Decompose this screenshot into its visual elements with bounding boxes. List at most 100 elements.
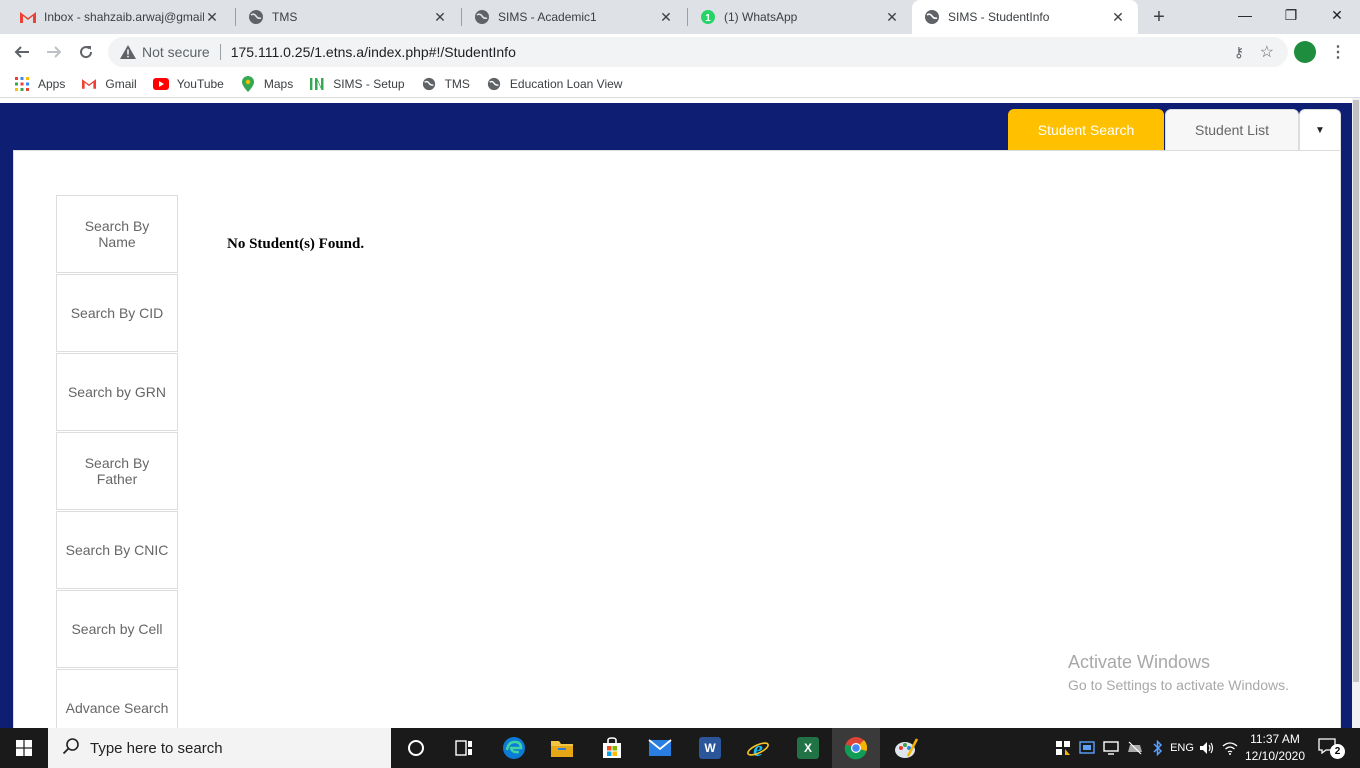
back-button[interactable] bbox=[8, 38, 36, 66]
bookmark-label: YouTube bbox=[176, 76, 224, 91]
search-by-father-button[interactable]: Search By Father bbox=[56, 432, 178, 510]
warning-icon[interactable] bbox=[120, 44, 136, 60]
wifi-icon[interactable] bbox=[1220, 728, 1240, 768]
new-tab-button[interactable]: + bbox=[1148, 6, 1170, 28]
bookmark-sims-setup[interactable]: SIMS - Setup bbox=[309, 76, 405, 92]
sims-logo-icon bbox=[309, 76, 325, 92]
tab-title: SIMS - StudentInfo bbox=[948, 10, 1050, 24]
bookmark-gmail[interactable]: Gmail bbox=[81, 76, 137, 92]
tab-gmail[interactable]: Inbox - shahzaib.arwaj@gmail. ✕ bbox=[8, 0, 232, 34]
browser-toolbar: Not secure 175.111.0.25/1.etns.a/index.p… bbox=[0, 34, 1360, 70]
close-icon[interactable]: ✕ bbox=[204, 9, 220, 25]
excel-icon[interactable]: X bbox=[784, 728, 832, 768]
map-pin-icon bbox=[240, 75, 256, 92]
search-placeholder: Type here to search bbox=[90, 739, 223, 757]
bookmark-label: TMS bbox=[444, 76, 470, 91]
globe-icon bbox=[486, 76, 502, 92]
app-page: Student Search Student List ▼ Search By … bbox=[0, 103, 1352, 728]
forward-arrow-icon bbox=[47, 46, 62, 58]
more-menu-icon[interactable]: ⋮ bbox=[1330, 41, 1346, 63]
taskbar-search[interactable]: Type here to search bbox=[48, 728, 391, 768]
internet-explorer-icon[interactable]: e bbox=[734, 728, 782, 768]
cortana-icon[interactable] bbox=[392, 728, 440, 768]
mail-icon[interactable] bbox=[636, 728, 684, 768]
divider bbox=[219, 44, 221, 60]
minimize-button[interactable]: — bbox=[1222, 0, 1268, 30]
clock-time: 11:37 AM bbox=[1250, 732, 1300, 746]
globe-icon bbox=[421, 76, 437, 92]
reload-button[interactable] bbox=[72, 38, 100, 66]
printer-tray-icon[interactable] bbox=[1124, 728, 1146, 768]
bookmark-education-loan[interactable]: Education Loan View bbox=[486, 76, 623, 92]
search-by-cell-button[interactable]: Search by Cell bbox=[56, 590, 178, 668]
back-arrow-icon bbox=[14, 46, 29, 58]
bookmark-label: Apps bbox=[38, 76, 66, 91]
volume-icon[interactable] bbox=[1196, 728, 1218, 768]
display-tray-icon[interactable] bbox=[1100, 728, 1122, 768]
bookmark-tms[interactable]: TMS bbox=[421, 76, 470, 92]
security-status[interactable]: Not secure bbox=[142, 44, 210, 60]
forward-button[interactable] bbox=[40, 38, 68, 66]
svg-text:1: 1 bbox=[705, 13, 711, 24]
search-by-cnic-button[interactable]: Search By CNIC bbox=[56, 511, 178, 589]
close-icon[interactable]: ✕ bbox=[432, 9, 448, 25]
chrome-icon[interactable] bbox=[832, 728, 880, 768]
tab-sims-studentinfo[interactable]: SIMS - StudentInfo ✕ bbox=[912, 0, 1138, 34]
store-icon[interactable] bbox=[588, 728, 636, 768]
no-results-message: No Student(s) Found. bbox=[227, 236, 365, 252]
gmail-icon bbox=[81, 76, 97, 92]
close-icon[interactable]: ✕ bbox=[884, 9, 900, 25]
tab-student-search[interactable]: Student Search bbox=[1008, 109, 1164, 150]
bluetooth-icon[interactable] bbox=[1148, 728, 1168, 768]
search-by-grn-button[interactable]: Search by GRN bbox=[56, 353, 178, 431]
tab-sims-academic[interactable]: SIMS - Academic1 ✕ bbox=[462, 0, 686, 34]
restore-button[interactable]: ❐ bbox=[1268, 0, 1314, 30]
security-tray-icon[interactable] bbox=[1052, 728, 1074, 768]
paint-icon[interactable] bbox=[882, 728, 930, 768]
tab-title: (1) WhatsApp bbox=[724, 10, 798, 24]
search-by-name-button[interactable]: Search By Name bbox=[56, 195, 178, 273]
windows-taskbar: Type here to search W e X ENG 11:37 AM 1… bbox=[0, 728, 1360, 768]
network-monitor-tray-icon[interactable] bbox=[1076, 728, 1098, 768]
url-text[interactable]: 175.111.0.25/1.etns.a/index.php#!/Studen… bbox=[231, 44, 516, 60]
content-panel: Search By Name Search By CID Search by G… bbox=[13, 150, 1341, 728]
address-bar[interactable]: Not secure 175.111.0.25/1.etns.a/index.p… bbox=[108, 37, 1288, 67]
globe-icon bbox=[474, 9, 490, 25]
star-icon[interactable]: ☆ bbox=[1260, 42, 1274, 62]
bookmark-label: Education Loan View bbox=[509, 76, 623, 91]
reload-icon bbox=[80, 46, 93, 59]
caret-down-icon[interactable]: ▼ bbox=[1299, 109, 1341, 150]
gmail-icon bbox=[20, 9, 36, 25]
close-icon[interactable]: ✕ bbox=[658, 9, 674, 25]
svg-text:e: e bbox=[753, 736, 763, 760]
task-view-icon[interactable] bbox=[440, 728, 488, 768]
bookmarks-bar: Apps Gmail YouTube Maps SIMS - Setup TMS bbox=[0, 70, 1360, 98]
bookmark-label: Maps bbox=[263, 76, 294, 91]
watermark-title: Activate Windows bbox=[1068, 652, 1211, 672]
search-by-cid-button[interactable]: Search By CID bbox=[56, 274, 178, 352]
tab-whatsapp[interactable]: 1 (1) WhatsApp ✕ bbox=[688, 0, 912, 34]
bookmark-maps[interactable]: Maps bbox=[240, 75, 294, 92]
tab-tms[interactable]: TMS ✕ bbox=[236, 0, 460, 34]
globe-icon bbox=[924, 9, 940, 25]
windows-start-icon[interactable] bbox=[0, 728, 48, 768]
key-icon[interactable]: ⚷ bbox=[1234, 44, 1244, 61]
close-window-button[interactable]: ✕ bbox=[1314, 0, 1360, 30]
activate-windows-watermark: Activate Windows Go to Settings to activ… bbox=[1068, 652, 1289, 693]
close-icon[interactable]: ✕ bbox=[1110, 9, 1126, 25]
advance-search-button[interactable]: Advance Search bbox=[56, 669, 178, 728]
word-icon[interactable]: W bbox=[686, 728, 734, 768]
scrollbar-thumb[interactable] bbox=[1353, 100, 1359, 682]
edge-icon[interactable] bbox=[490, 728, 538, 768]
file-explorer-icon[interactable] bbox=[538, 728, 586, 768]
system-clock[interactable]: 11:37 AM 12/10/2020 bbox=[1240, 731, 1310, 765]
bookmark-youtube[interactable]: YouTube bbox=[152, 76, 224, 92]
language-icon[interactable]: ENG bbox=[1170, 728, 1194, 768]
profile-avatar[interactable] bbox=[1294, 41, 1316, 63]
notification-center-icon[interactable]: 2 bbox=[1318, 738, 1345, 759]
page-scrollbar[interactable] bbox=[1352, 98, 1360, 728]
browser-tab-strip: Inbox - shahzaib.arwaj@gmail. ✕ TMS ✕ SI… bbox=[0, 0, 1360, 34]
tab-title: SIMS - Academic1 bbox=[498, 10, 597, 24]
bookmark-apps[interactable]: Apps bbox=[14, 76, 65, 92]
tab-student-list[interactable]: Student List bbox=[1165, 109, 1299, 150]
